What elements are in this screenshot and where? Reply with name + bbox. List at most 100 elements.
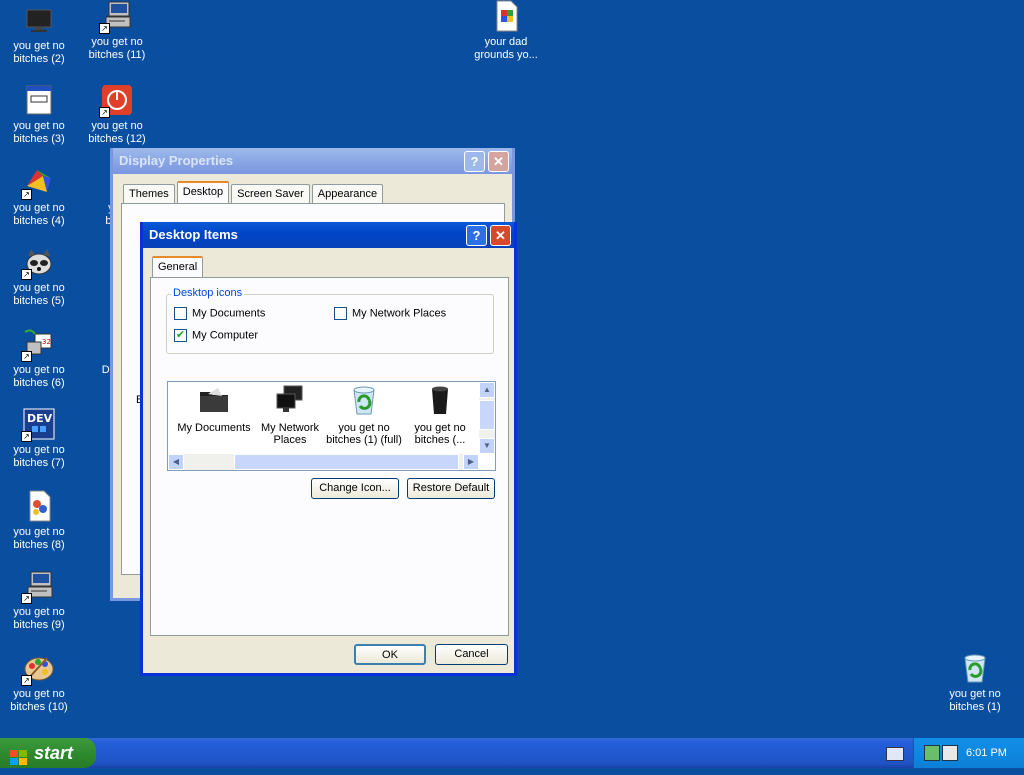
tab-desktop[interactable]: Desktop (176, 181, 230, 204)
close-button[interactable]: ✕ (490, 225, 511, 246)
scroll-thumb-horizontal[interactable] (234, 454, 459, 470)
tab-screen-saver[interactable]: Screen Saver (231, 184, 310, 204)
my-documents-checkbox[interactable]: My Documents (174, 307, 265, 320)
paint-palette-icon: ↗ (21, 652, 55, 686)
shortcut-arrow-icon: ↗ (21, 593, 32, 604)
desktop-items-titlebar[interactable]: Desktop Items ? ✕ (143, 222, 514, 248)
power-button-icon: ↗ (99, 84, 133, 118)
folder-black-icon (198, 384, 230, 416)
help-button[interactable]: ? (464, 151, 485, 172)
desktop-icon-9[interactable]: ↗ you get no bitches (9) (0, 570, 78, 632)
shortcut-arrow-icon: ↗ (21, 431, 32, 442)
icon-list-item[interactable]: you get no bitches (1) (full) (326, 384, 402, 446)
start-button[interactable]: start (0, 738, 96, 768)
desktop-icon-label: you get no bitches (12) (88, 120, 146, 145)
general-tab-panel: Desktop icons My Documents My Network Pl… (150, 277, 509, 636)
paint-document-icon (23, 490, 55, 522)
shortcut-arrow-icon: ↗ (99, 23, 110, 34)
checkbox-label: My Documents (192, 307, 266, 320)
trash-can-black-icon (424, 384, 456, 416)
horizontal-scrollbar[interactable]: ◀ ▶ (168, 454, 479, 470)
desktop-icon-8[interactable]: you get no bitches (8) (0, 490, 78, 552)
icon-list-item[interactable]: My Documents (176, 384, 252, 434)
window-title: Display Properties (119, 153, 234, 168)
desktop-icon-label: you get no bitches (5) (13, 282, 65, 307)
desktop-items-dialog[interactable]: Desktop Items ? ✕ General Desktop icons … (140, 222, 517, 676)
desktop-icon-7[interactable]: DEV ↗ you get no bitches (7) (0, 408, 78, 470)
tab-general[interactable]: General (152, 256, 204, 279)
tab-themes[interactable]: Themes (123, 184, 175, 204)
tab-appearance[interactable]: Appearance (311, 184, 384, 204)
help-button[interactable]: ? (466, 225, 487, 246)
notepad-window-icon (23, 84, 55, 116)
desktop-icon-your-dad[interactable]: your dad grounds yo... (467, 0, 545, 62)
my-network-places-checkbox[interactable]: My Network Places (334, 307, 446, 320)
checkbox-box[interactable] (334, 307, 347, 320)
shortcut-arrow-icon: ↗ (21, 269, 32, 280)
close-icon: ✕ (493, 154, 504, 169)
checkbox-label: My Network Places (352, 307, 447, 320)
colorful-logo-icon: ↗ (21, 166, 55, 200)
ok-button[interactable]: OK (354, 644, 426, 665)
desktop-icon-label: your dad grounds yo... (474, 36, 538, 61)
keyboard-layout-icon[interactable] (886, 747, 904, 761)
desktop-icon-2[interactable]: you get no bitches (2) (0, 4, 78, 66)
scroll-left-button[interactable]: ◀ (168, 454, 184, 470)
display-properties-titlebar[interactable]: Display Properties ? ✕ (113, 148, 512, 174)
desktop-icon-label: you get no bitches (6) (13, 364, 65, 389)
help-icon: ? (470, 154, 479, 169)
scroll-thumb-vertical[interactable] (479, 400, 495, 430)
icon-list-item[interactable]: My Network Places (252, 384, 328, 446)
shortcut-arrow-icon: ↗ (21, 351, 32, 362)
desktop-icon-label: you get no bitches (8) (13, 526, 65, 551)
icon-list-view[interactable]: My Documents My Network Places you get n… (167, 381, 496, 471)
desktop-icon-5[interactable]: ↗ you get no bitches (5) (0, 246, 78, 308)
desktop-icon-12[interactable]: ↗ you get no bitches (12) (78, 84, 156, 146)
checkbox-box[interactable]: ✔ (174, 329, 187, 342)
display-tabs: Themes Desktop Screen Saver Appearance (123, 181, 385, 204)
desktop-icons-groupbox: Desktop icons My Documents My Network Pl… (166, 287, 494, 354)
recycle-bin-icon (959, 652, 991, 684)
desktop-icon-label: you get no bitches (7) (13, 444, 65, 469)
scroll-right-button[interactable]: ▶ (463, 454, 479, 470)
system-tray: 6:01 PM (913, 738, 1024, 768)
network-tray-icon[interactable] (924, 745, 940, 761)
checkbox-label: My Computer (192, 329, 259, 342)
desktop-icon-10[interactable]: ↗ you get no bitches (10) (0, 652, 78, 714)
computer-shortcut-icon: ↗ (99, 0, 133, 34)
my-computer-checkbox[interactable]: ✔ My Computer (174, 329, 258, 342)
vertical-scrollbar[interactable]: ▲ ▼ (479, 382, 495, 454)
scroll-down-button[interactable]: ▼ (479, 438, 495, 454)
recycle-bin-full-icon (348, 384, 380, 416)
desktop-icon-recycle-bin[interactable]: you get no bitches (1) (936, 652, 1014, 714)
network-monitors-icon (274, 384, 306, 416)
desktop-icon-6[interactable]: 32 ↗ you get no bitches (6) (0, 328, 78, 390)
icon-list-item[interactable]: you get no bitches (... (402, 384, 478, 446)
computer-shortcut-icon: ↗ (21, 570, 55, 604)
close-icon: ✕ (495, 228, 506, 243)
desktop-icon-label: you get no bitches (11) (88, 36, 146, 61)
icon-list-label: you get no bitches (... (414, 422, 466, 446)
desktop-icon-4[interactable]: ↗ you get no bitches (4) (0, 166, 78, 228)
checkbox-box[interactable] (174, 307, 187, 320)
desktop-icon-label: you get no bitches (3) (13, 120, 65, 145)
close-button[interactable]: ✕ (488, 151, 509, 172)
volume-tray-icon[interactable] (942, 745, 958, 761)
svg-text:DEV: DEV (27, 412, 53, 425)
cancel-button[interactable]: Cancel (435, 644, 508, 665)
window-title: Desktop Items (149, 227, 238, 242)
desktop-icon-label: you get no bitches (10) (10, 688, 68, 713)
shortcut-arrow-icon: ↗ (21, 189, 32, 200)
desktop-items-tabs: General (152, 256, 205, 279)
desktop-icon-11[interactable]: ↗ you get no bitches (11) (78, 0, 156, 62)
clock[interactable]: 6:01 PM (966, 738, 1007, 768)
taskbar: start 6:01 PM (0, 738, 1024, 768)
groupbox-label: Desktop icons (171, 287, 245, 299)
desktop-icon-label: you get no bitches (2) (13, 40, 65, 65)
change-icon-button[interactable]: Change Icon... (311, 478, 399, 499)
windows-logo-icon (10, 745, 28, 765)
restore-default-button[interactable]: Restore Default (407, 478, 495, 499)
desktop-icon-3[interactable]: you get no bitches (3) (0, 84, 78, 146)
scroll-up-button[interactable]: ▲ (479, 382, 495, 398)
icon-list-label: you get no bitches (1) (full) (326, 422, 402, 446)
